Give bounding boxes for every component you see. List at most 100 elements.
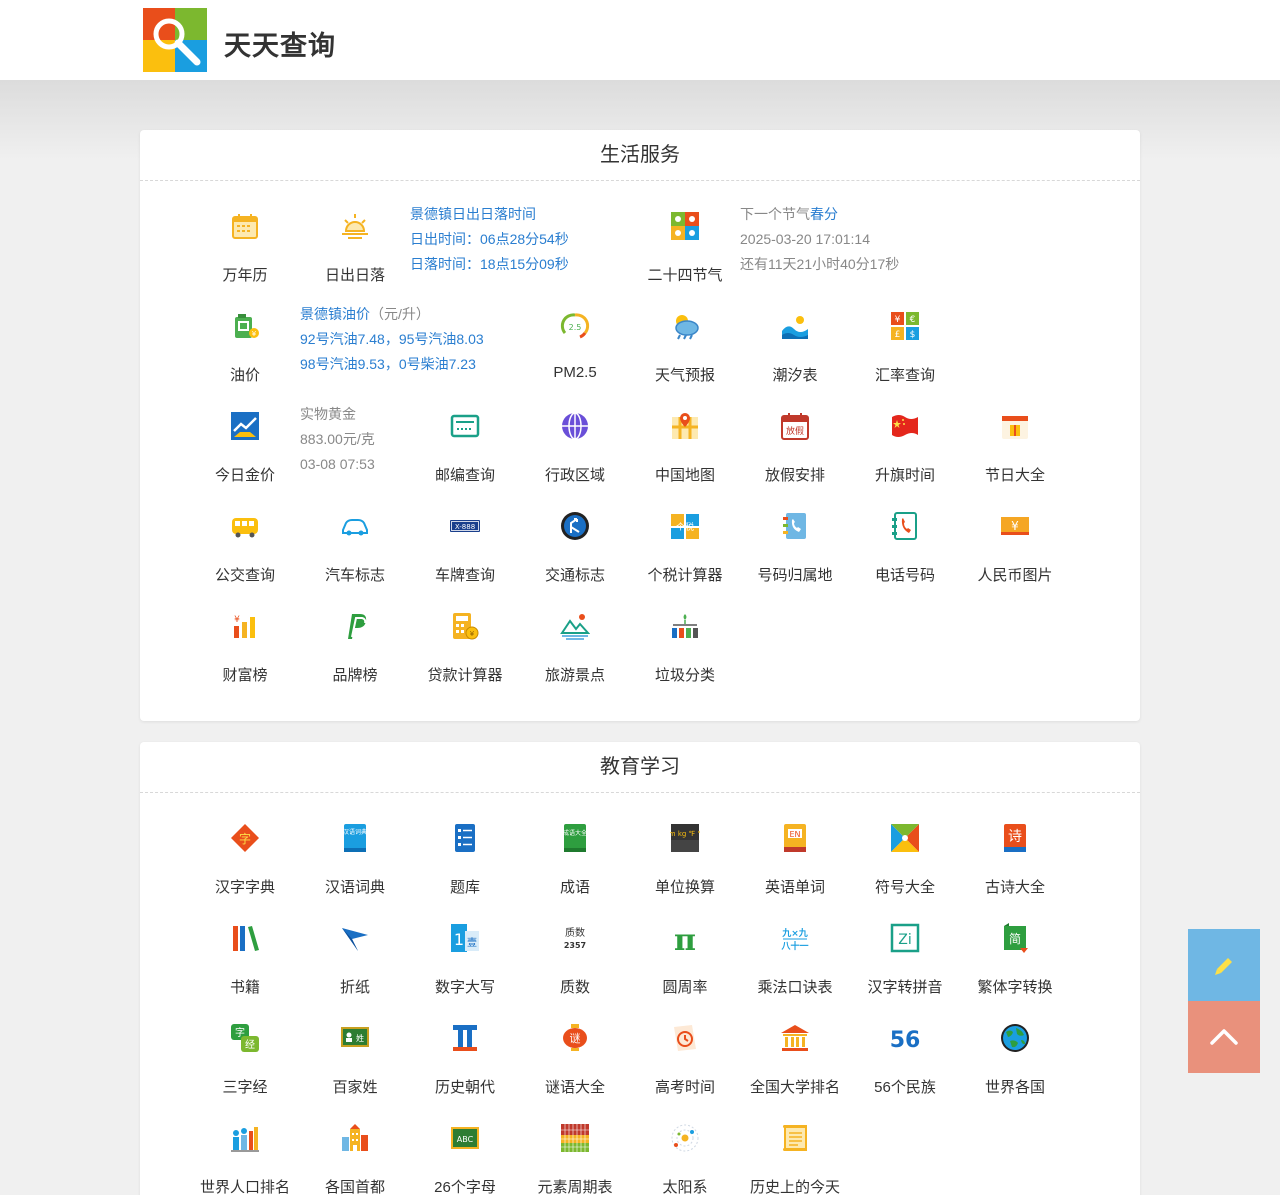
tile-letters[interactable]: ABC 26个字母 bbox=[410, 1104, 520, 1195]
tile-books[interactable]: 书籍 bbox=[190, 904, 300, 1004]
tile-baijiaxing[interactable]: 姓 百家姓 bbox=[300, 1004, 410, 1104]
tile-chengyu[interactable]: 成语大全 成语 bbox=[520, 804, 630, 904]
earth-icon bbox=[1001, 1024, 1029, 1052]
tile-region[interactable]: 行政区域 bbox=[520, 392, 630, 492]
tile-traditional[interactable]: 简 繁体字转换 bbox=[960, 904, 1070, 1004]
fuel-can-icon: ¥ bbox=[235, 314, 259, 338]
tile-hanzi[interactable]: 字 汉字字典 bbox=[190, 804, 300, 904]
tile-english[interactable]: EN 英语单词 bbox=[740, 804, 850, 904]
tile-gold[interactable]: 今日金价 bbox=[190, 392, 300, 492]
tile-oil[interactable]: ¥ 油价 bbox=[190, 292, 300, 392]
tile-tide[interactable]: 潮汐表 bbox=[740, 292, 850, 392]
tile-label: 节日大全 bbox=[984, 467, 1045, 484]
currency-exchange-icon: ¥ € £ $ bbox=[891, 312, 919, 340]
tile-riddle[interactable]: 谜 谜语大全 bbox=[520, 1004, 630, 1104]
tile-today[interactable]: 历史上的今天 bbox=[740, 1104, 850, 1195]
holiday-icon-text: 放假 bbox=[786, 425, 804, 437]
prime-numbers-icon: 质数 2357 bbox=[564, 926, 586, 950]
tile-numcap[interactable]: 1 壹 数字大写 bbox=[410, 904, 520, 1004]
phone-directory-icon bbox=[892, 512, 917, 540]
sunrise-info[interactable]: 景德镇日出日落时间 日出时间：06点28分54秒 日落时间：18点15分09秒 bbox=[410, 202, 630, 302]
tile-countries[interactable]: 世界各国 bbox=[960, 1004, 1070, 1104]
calendar-icon bbox=[232, 214, 258, 239]
oil-city: 景德镇油价 bbox=[300, 306, 370, 322]
tile-pinyin[interactable]: Zi 汉字转拼音 bbox=[850, 904, 960, 1004]
tile-minzu[interactable]: 56 56个民族 bbox=[850, 1004, 960, 1104]
tile-wealth[interactable]: ¥ 财富榜 bbox=[190, 592, 300, 692]
tile-garbage[interactable]: 垃圾分类 bbox=[630, 592, 740, 692]
weather-cloud-icon bbox=[675, 315, 699, 340]
tile-weather[interactable]: 天气预报 bbox=[630, 292, 740, 392]
tile-rate[interactable]: ¥ € £ $ 汇率查询 bbox=[850, 292, 960, 392]
english-book-icon: EN bbox=[784, 824, 806, 852]
china-flag-icon bbox=[892, 415, 918, 437]
tile-tax[interactable]: 个税 个税计算器 bbox=[630, 492, 740, 592]
tile-traffic[interactable]: 交通标志 bbox=[520, 492, 630, 592]
tile-travel[interactable]: 旅游景点 bbox=[520, 592, 630, 692]
wealth-icon-text: ¥ bbox=[234, 615, 240, 625]
tile-jieqi[interactable]: 二十四节气 bbox=[630, 192, 740, 292]
tile-holiday[interactable]: 放假 放假安排 bbox=[740, 392, 850, 492]
tile-elements[interactable]: 元素周期表 bbox=[520, 1104, 630, 1195]
tile-plate[interactable]: X-888 车牌查询 bbox=[410, 492, 520, 592]
brand-logo-icon bbox=[348, 614, 367, 639]
hanzi-icon-text: 字 bbox=[239, 831, 251, 846]
tile-carlogo[interactable]: 汽车标志 bbox=[300, 492, 410, 592]
jieqi-info[interactable]: 下一个节气春分 2025-03-20 17:01:14 还有11天21小时40分… bbox=[740, 202, 960, 302]
tile-poem[interactable]: 诗 古诗大全 bbox=[960, 804, 1070, 904]
feedback-edit-button[interactable] bbox=[1188, 929, 1260, 1001]
question-bank-icon bbox=[455, 824, 475, 852]
tile-capitals[interactable]: 各国首都 bbox=[300, 1104, 410, 1195]
symbols-icon bbox=[891, 824, 919, 852]
tile-wannianli[interactable]: 万年历 bbox=[190, 192, 300, 292]
tile-symbol[interactable]: 符号大全 bbox=[850, 804, 960, 904]
tile-population[interactable]: 世界人口排名 bbox=[190, 1104, 300, 1195]
jieqi-prefix: 下一个节气 bbox=[740, 206, 810, 222]
tile-postcode[interactable]: 邮编查询 bbox=[410, 392, 520, 492]
tile-cidian[interactable]: 汉语词典 汉语词典 bbox=[300, 804, 410, 904]
site-logo-icon[interactable] bbox=[143, 8, 207, 72]
tile-brand[interactable]: 品牌榜 bbox=[300, 592, 410, 692]
holiday-calendar-icon: 放假 bbox=[781, 413, 809, 440]
tile-tiku[interactable]: 题库 bbox=[410, 804, 520, 904]
tile-pm25[interactable]: 2.5 PM2.5 bbox=[520, 292, 630, 392]
tile-dynasty[interactable]: 历史朝代 bbox=[410, 1004, 520, 1104]
svg-text:¥: ¥ bbox=[252, 330, 257, 338]
oil-info[interactable]: 景德镇油价（元/升） 92号汽油7.48，95号汽油8.03 98号汽油9.53… bbox=[300, 302, 520, 402]
svg-text:$: $ bbox=[910, 330, 916, 340]
postcode-icon bbox=[450, 414, 480, 438]
tile-solar[interactable]: 太阳系 bbox=[630, 1104, 740, 1195]
tile-flag[interactable]: 升旗时间 bbox=[850, 392, 960, 492]
tile-phone[interactable]: 电话号码 bbox=[850, 492, 960, 592]
sanzijing-icon-zi: 字 bbox=[235, 1026, 245, 1039]
tile-sunrise[interactable]: 日出日落 bbox=[300, 192, 410, 292]
tile-loan[interactable]: ¥ 贷款计算器 bbox=[410, 592, 520, 692]
tile-gaokao[interactable]: 高考时间 bbox=[630, 1004, 740, 1104]
rmb-note-icon: ¥ bbox=[1001, 517, 1029, 535]
gold-trend-icon bbox=[231, 412, 259, 440]
tile-rmb[interactable]: ¥ 人民币图片 bbox=[960, 492, 1070, 592]
tile-origami[interactable]: 折纸 bbox=[300, 904, 410, 1004]
three-character-classic-icon: 字 经 bbox=[231, 1024, 259, 1052]
tile-multiply[interactable]: 九×九 八十一 乘法口诀表 bbox=[740, 904, 850, 1004]
oil-price-line-1: 92号汽油7.48，95号汽油8.03 bbox=[300, 331, 484, 347]
tile-map[interactable]: 中国地图 bbox=[630, 392, 740, 492]
tile-festival[interactable]: 节日大全 bbox=[960, 392, 1070, 492]
tile-bus[interactable]: 公交查询 bbox=[190, 492, 300, 592]
sunrise-time-line: 日出时间：06点28分54秒 bbox=[410, 231, 569, 247]
pm25-icon-text: 2.5 bbox=[569, 323, 582, 332]
numcap-icon-digit: 1 bbox=[454, 930, 464, 949]
site-title[interactable]: 天天查询 bbox=[224, 24, 336, 63]
garbage-bins-icon bbox=[672, 614, 698, 638]
multiplication-table-icon: 九×九 八十一 bbox=[780, 927, 808, 952]
back-to-top-button[interactable] bbox=[1188, 1001, 1260, 1073]
ancient-pillar-icon bbox=[453, 1025, 477, 1051]
tile-prime[interactable]: 质数 2357 质数 bbox=[520, 904, 630, 1004]
cidian-icon-text: 汉语词典 bbox=[343, 828, 367, 836]
jieqi-name: 春分 bbox=[810, 206, 838, 222]
tile-sanzijing[interactable]: 字 经 三字经 bbox=[190, 1004, 300, 1104]
tile-phoneloc[interactable]: 号码归属地 bbox=[740, 492, 850, 592]
tile-pi[interactable]: π 圆周率 bbox=[630, 904, 740, 1004]
tile-university[interactable]: 全国大学排名 bbox=[740, 1004, 850, 1104]
tile-unit[interactable]: km kg ℉ ℃ 单位换算 bbox=[630, 804, 740, 904]
